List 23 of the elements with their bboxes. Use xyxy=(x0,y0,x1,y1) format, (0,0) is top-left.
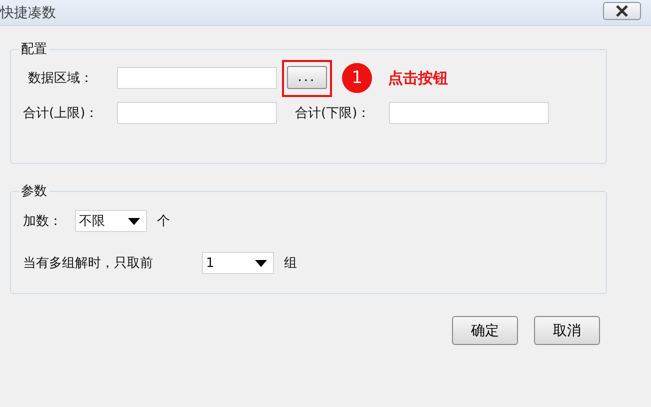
unit-label: 组 xyxy=(284,255,297,272)
annotation-text: 点击按钮 xyxy=(388,68,448,88)
ok-button[interactable]: 确定 xyxy=(452,316,518,345)
field-label: 合计(下限)： xyxy=(295,105,372,122)
sum-min-field[interactable] xyxy=(389,102,549,124)
close-button[interactable] xyxy=(603,2,641,20)
browse-button[interactable]: ... xyxy=(287,66,327,88)
group-title: 配置 xyxy=(20,41,48,58)
group-title: 参数 xyxy=(20,183,48,200)
unit-label: 个 xyxy=(157,213,170,230)
field-label: 合计(上限)： xyxy=(23,105,100,122)
cancel-button[interactable]: 取消 xyxy=(534,316,600,345)
close-icon xyxy=(615,4,629,16)
data-range-field[interactable] xyxy=(117,67,277,89)
step-badge: 1 xyxy=(342,63,372,93)
addends-dropdown[interactable]: 不限 xyxy=(75,210,147,232)
dropdown-arrow-icon xyxy=(128,218,140,224)
dropdown-arrow-icon xyxy=(255,260,267,266)
sum-max-field[interactable] xyxy=(117,102,277,124)
solutions-dropdown[interactable]: 1 xyxy=(202,252,274,274)
field-label: 当有多组解时，只取前 xyxy=(23,255,154,272)
field-label: 加数： xyxy=(23,213,63,230)
field-label: 数据区域： xyxy=(27,70,94,87)
